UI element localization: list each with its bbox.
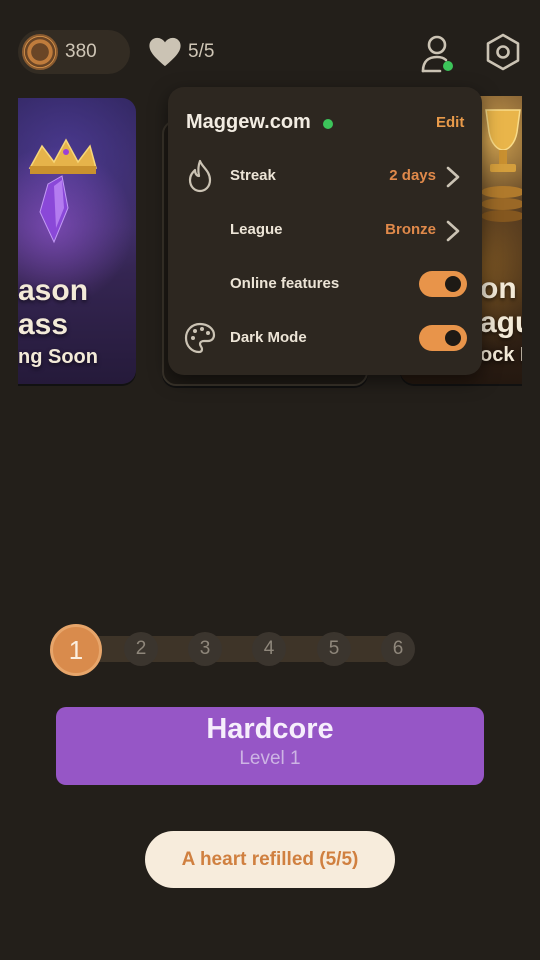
hearts-count: 5/5 (188, 41, 215, 62)
online-features-toggle[interactable] (419, 271, 467, 297)
heart-icon (149, 37, 181, 67)
online-status-dot (323, 119, 333, 129)
league-label: League (230, 221, 283, 238)
mode-level: Level 1 (239, 748, 301, 769)
flame-icon (188, 159, 212, 193)
card-subtitle: ng Soon (18, 346, 98, 368)
heart-refill-toast: A heart refilled (5/5) (145, 831, 395, 888)
card-subtitle: ock L (480, 344, 522, 366)
chevron-right-icon (446, 220, 460, 242)
level-step-5[interactable]: 5 (317, 632, 351, 666)
profile-popup: Maggew.com Edit Streak 2 days League Bro… (168, 87, 482, 375)
gear-icon[interactable] (484, 33, 522, 71)
coin-balance[interactable]: 380 (18, 30, 130, 74)
level-step-6[interactable]: 6 (381, 632, 415, 666)
card-title-line-1: ason (18, 274, 89, 307)
card-title-line-2: agu (480, 306, 522, 339)
trophy-illustration (481, 109, 522, 222)
toggle-knob (445, 330, 461, 346)
card-title-line-2: ass (18, 308, 69, 341)
online-features-row: Online features (168, 265, 482, 305)
dark-mode-label: Dark Mode (230, 329, 307, 346)
card-title-line-1: on (480, 272, 517, 305)
hearts-indicator[interactable]: 5/5 (148, 36, 214, 68)
online-features-label: Online features (230, 275, 340, 292)
coin-icon (22, 34, 58, 70)
season-pass-card[interactable]: ason ass ng Soon (18, 98, 136, 384)
dark-mode-toggle[interactable] (419, 325, 467, 351)
level-step-2[interactable]: 2 (124, 632, 158, 666)
play-mode-button[interactable]: Hardcore Level 1 (56, 707, 484, 785)
toggle-knob (445, 276, 461, 292)
streak-value: 2 days (389, 167, 436, 184)
edit-profile-button[interactable]: Edit (436, 114, 464, 131)
palette-icon (184, 322, 216, 354)
dark-mode-row: Dark Mode (168, 319, 482, 359)
level-step-4[interactable]: 4 (252, 632, 286, 666)
streak-label: Streak (230, 167, 276, 184)
level-step-1[interactable]: 1 (50, 624, 102, 676)
streak-row[interactable]: Streak 2 days (168, 157, 482, 197)
coin-count: 380 (65, 41, 97, 62)
chevron-right-icon (446, 166, 460, 188)
league-value: Bronze (385, 221, 436, 238)
crown-illustration (28, 138, 97, 244)
league-row[interactable]: League Bronze (168, 211, 482, 251)
online-status-dot (443, 61, 453, 71)
mode-title: Hardcore (206, 713, 334, 745)
level-step-3[interactable]: 3 (188, 632, 222, 666)
username: Maggew.com (186, 111, 311, 133)
